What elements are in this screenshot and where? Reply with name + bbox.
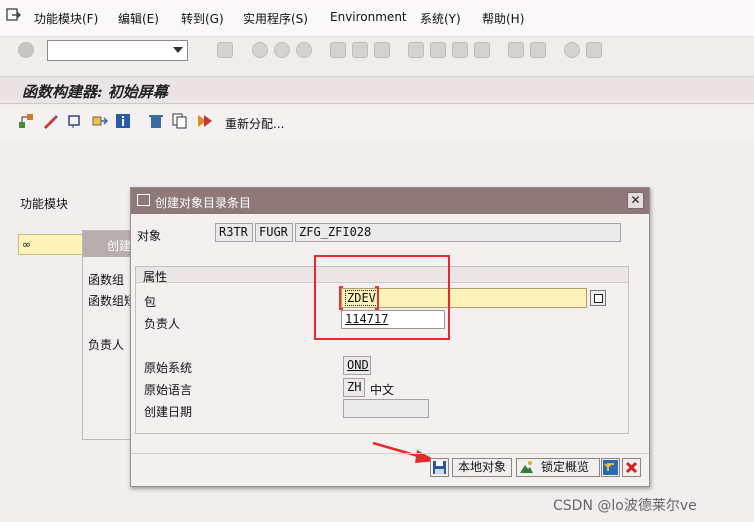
- delete-icon[interactable]: [148, 113, 164, 129]
- glasses-icon: ∞: [22, 238, 32, 251]
- object-name-field: ZFG_ZFI028: [295, 223, 621, 242]
- save-icon[interactable]: [217, 42, 233, 58]
- create-object-directory-dialog: 创建对象目录条目 ✕ 对象 R3TR FUGR ZFG_ZFI028 属性 包 …: [130, 187, 650, 487]
- menu-edit[interactable]: 编辑(E): [118, 10, 159, 27]
- last-page-icon[interactable]: [474, 42, 490, 58]
- lock-overview-icon: [520, 461, 533, 473]
- help-icon[interactable]: [564, 42, 580, 58]
- shortcut-icon[interactable]: [530, 42, 546, 58]
- owner-label: 负责人: [144, 317, 181, 331]
- menu-system[interactable]: 系统(Y): [420, 10, 461, 27]
- menu-bar: 功能模块(F) 编辑(E) 转到(G) 实用程序(S) Environment …: [0, 0, 754, 36]
- dialog-title: 创建对象目录条目: [155, 196, 252, 210]
- package-label: 包: [144, 295, 157, 309]
- previous-page-icon[interactable]: [430, 42, 446, 58]
- next-page-icon[interactable]: [452, 42, 468, 58]
- object-type-field: FUGR: [255, 223, 293, 242]
- new-session-icon[interactable]: [508, 42, 524, 58]
- display-icon[interactable]: [67, 113, 83, 129]
- object-pgmid-field: R3TR: [215, 223, 253, 242]
- layout-menu-icon[interactable]: [586, 42, 602, 58]
- menu-utilities[interactable]: 实用程序(S): [243, 10, 308, 27]
- title-bar: 函数构建器: 初始屏幕: [0, 76, 754, 104]
- back-icon[interactable]: [252, 42, 268, 58]
- original-system-label: 原始系统: [144, 361, 193, 375]
- created-on-field: [343, 399, 429, 418]
- command-field[interactable]: [47, 40, 188, 61]
- menu-environment[interactable]: Environment: [330, 10, 407, 24]
- original-language-code: ZH: [343, 378, 365, 397]
- save-icon[interactable]: [430, 458, 449, 477]
- find-next-icon[interactable]: [374, 42, 390, 58]
- local-object-button[interactable]: 本地对象: [452, 458, 512, 477]
- local-object-label: 本地对象: [458, 460, 507, 474]
- find-icon[interactable]: [352, 42, 368, 58]
- hierarchy-icon[interactable]: [18, 113, 34, 129]
- original-system-field: OND: [343, 356, 371, 375]
- sap-menu-icon[interactable]: [6, 8, 22, 22]
- function-module-label: 功能模块: [20, 197, 69, 211]
- function-group-label: 函数组: [88, 273, 125, 287]
- application-toolbar: 重新分配...: [0, 106, 754, 138]
- menu-function-module[interactable]: 功能模块(F): [34, 10, 98, 27]
- menu-goto[interactable]: 转到(G): [181, 10, 224, 27]
- standard-toolbar: [0, 36, 754, 64]
- owner-label-bg: 负责人: [88, 338, 125, 352]
- original-language-name: 中文: [370, 383, 395, 397]
- close-icon[interactable]: ✕: [627, 192, 644, 209]
- cancel-icon[interactable]: [622, 458, 641, 477]
- original-language-label: 原始语言: [144, 383, 193, 397]
- page-title: 函数构建器: 初始屏幕: [22, 83, 168, 101]
- enter-icon[interactable]: [18, 42, 34, 58]
- dialog-window-icon: [137, 194, 150, 206]
- reassign-button[interactable]: 重新分配...: [225, 115, 284, 132]
- back-icon[interactable]: [601, 458, 620, 477]
- chevron-down-icon[interactable]: [173, 47, 183, 53]
- annotation-highlight-box: [314, 255, 450, 340]
- change-icon[interactable]: [42, 113, 58, 129]
- info-icon[interactable]: [115, 113, 131, 129]
- first-page-icon[interactable]: [408, 42, 424, 58]
- created-on-label: 创建日期: [144, 405, 193, 419]
- print-icon[interactable]: [330, 42, 346, 58]
- attributes-header: 属性: [143, 270, 168, 284]
- function-group-short-label: 函数组短: [88, 294, 137, 308]
- dialog-header: 创建对象目录条目 ✕: [131, 188, 649, 214]
- watermark-text: CSDN @lo波德莱尔ve: [553, 498, 697, 514]
- where-used-icon[interactable]: [92, 113, 108, 129]
- value-help-button[interactable]: [590, 290, 606, 306]
- dialog-footer-divider: [131, 453, 649, 454]
- exit-icon[interactable]: [274, 42, 290, 58]
- lock-overview-label: 锁定概览: [541, 460, 590, 474]
- cancel-icon[interactable]: [296, 42, 312, 58]
- menu-help[interactable]: 帮助(H): [482, 10, 524, 27]
- rename-icon[interactable]: [197, 113, 213, 129]
- copy-icon[interactable]: [172, 113, 188, 129]
- function-module-input[interactable]: ∞: [18, 234, 88, 255]
- background-popup-title: 创建: [107, 239, 132, 253]
- object-label: 对象: [137, 229, 162, 243]
- lock-overview-button[interactable]: 锁定概览: [516, 458, 600, 477]
